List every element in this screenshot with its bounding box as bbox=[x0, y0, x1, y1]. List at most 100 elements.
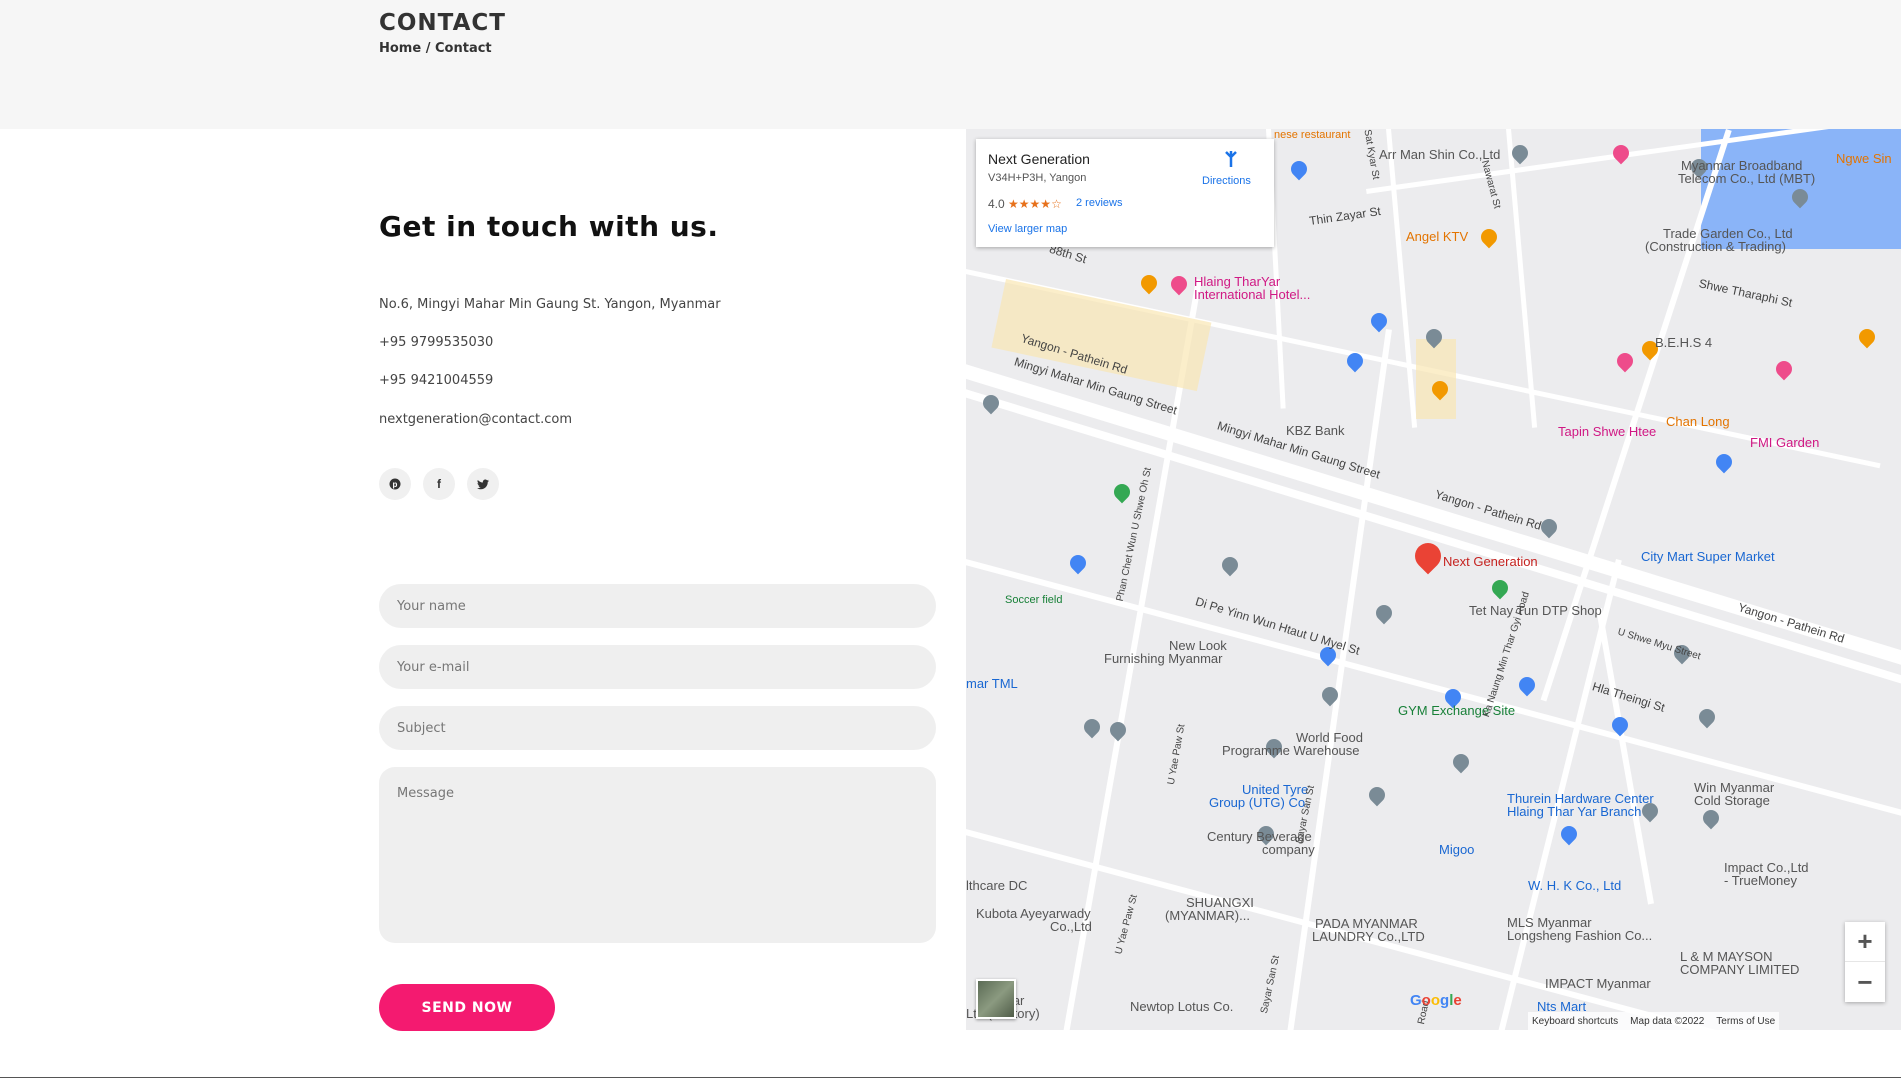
soccer-label[interactable]: Soccer field bbox=[1005, 594, 1062, 606]
keyboard-shortcuts-link[interactable]: Keyboard shortcuts bbox=[1532, 1016, 1618, 1027]
breadcrumb-separator: / bbox=[425, 41, 431, 56]
message-textarea[interactable]: Message bbox=[379, 767, 936, 943]
win-label-2[interactable]: Cold Storage bbox=[1694, 793, 1770, 808]
send-now-button[interactable]: SEND NOW bbox=[379, 984, 555, 1031]
whk-label[interactable]: W. H. K Co., Ltd bbox=[1528, 878, 1621, 893]
social-links: p f bbox=[379, 468, 499, 500]
kbz-label[interactable]: KBZ Bank bbox=[1286, 423, 1345, 438]
impact-label-2[interactable]: - TrueMoney bbox=[1724, 873, 1797, 888]
twitter-icon[interactable] bbox=[467, 468, 499, 500]
restaurant-pin[interactable] bbox=[1137, 271, 1161, 295]
street-label: U Yae Paw St bbox=[1165, 723, 1188, 786]
terms-of-use-link[interactable]: Terms of Use bbox=[1716, 1016, 1775, 1027]
new-look-pin[interactable] bbox=[1218, 553, 1242, 577]
rating-value: 4.0 bbox=[988, 197, 1005, 211]
zoom-out-button[interactable]: − bbox=[1845, 962, 1885, 1002]
gym-pin[interactable] bbox=[1488, 576, 1512, 600]
directions-icon[interactable] bbox=[1220, 149, 1242, 171]
facebook-icon[interactable]: f bbox=[423, 468, 455, 500]
kubota-pin[interactable] bbox=[1106, 718, 1130, 742]
map-card-reviews-link[interactable]: 2 reviews bbox=[1076, 197, 1122, 209]
chinese-restaurant-label[interactable]: nese restaurant bbox=[1274, 129, 1350, 141]
shuangxi-label-2[interactable]: (MYANMAR)... bbox=[1165, 908, 1250, 923]
map-road bbox=[1506, 129, 1538, 428]
hotel-label-2[interactable]: International Hotel... bbox=[1194, 287, 1310, 302]
street-label: Shwe Tharaphi St bbox=[1697, 276, 1794, 310]
subject-input[interactable]: Subject bbox=[379, 706, 936, 750]
breadcrumb-home-link[interactable]: Home bbox=[379, 41, 421, 56]
mls-pin[interactable] bbox=[1449, 750, 1473, 774]
google-logo-letter: G bbox=[1410, 992, 1422, 1009]
page-title: CONTACT bbox=[379, 10, 506, 36]
new-look-label-2[interactable]: Furnishing Myanmar bbox=[1104, 651, 1223, 666]
fmi-pin[interactable] bbox=[1772, 357, 1796, 381]
embedded-map[interactable]: Next Generation Hlaing TharYar Internati… bbox=[966, 129, 1901, 1030]
mls-label-2[interactable]: Longsheng Fashion Co... bbox=[1507, 928, 1652, 943]
city-mart-pin[interactable] bbox=[1712, 450, 1736, 474]
century-label-2[interactable]: company bbox=[1262, 842, 1315, 857]
google-logo-letter: g bbox=[1440, 992, 1450, 1009]
nts-pin[interactable] bbox=[1557, 822, 1581, 846]
restaurant-pin[interactable] bbox=[1855, 325, 1879, 349]
place-pin[interactable] bbox=[1609, 141, 1633, 165]
page-header: CONTACT Home / Contact bbox=[0, 0, 1901, 129]
map-attribution: Keyboard shortcuts Map data ©2022 Terms … bbox=[1528, 1012, 1780, 1030]
impact-myanmar-label[interactable]: IMPACT Myanmar bbox=[1545, 976, 1651, 991]
breadcrumb-current: Contact bbox=[435, 41, 492, 56]
impact-pin[interactable] bbox=[1695, 705, 1719, 729]
place-pin[interactable] bbox=[1287, 157, 1311, 181]
city-mart-label[interactable]: City Mart Super Market bbox=[1641, 549, 1775, 564]
email-input[interactable]: Your e-mail bbox=[379, 645, 936, 689]
ktv-pin[interactable] bbox=[1477, 225, 1501, 249]
mbt-label-2[interactable]: Telecom Co., Ltd (MBT) bbox=[1678, 171, 1815, 186]
pada-pin[interactable] bbox=[1365, 783, 1389, 807]
ngwe-label[interactable]: Ngwe Sin bbox=[1836, 151, 1892, 166]
hotel-pin[interactable] bbox=[1167, 272, 1191, 296]
thurein-pin[interactable] bbox=[1515, 673, 1539, 697]
tapin-pin[interactable] bbox=[1613, 349, 1637, 373]
contact-address: No.6, Mingyi Mahar Min Gaung St. Yangon,… bbox=[379, 297, 721, 312]
satellite-toggle[interactable] bbox=[976, 979, 1016, 1019]
name-input[interactable]: Your name bbox=[379, 584, 936, 628]
directions-link[interactable]: Directions bbox=[1202, 175, 1251, 187]
chan-long-label[interactable]: Chan Long bbox=[1666, 414, 1730, 429]
world-food-label-2[interactable]: Programme Warehouse bbox=[1222, 743, 1360, 758]
next-generation-label[interactable]: Next Generation bbox=[1443, 554, 1538, 569]
lm-pin[interactable] bbox=[1699, 806, 1723, 830]
migoo-label[interactable]: Migoo bbox=[1439, 842, 1474, 857]
behs-label[interactable]: B.E.H.S 4 bbox=[1655, 335, 1712, 350]
map-card-address: V34H+P3H, Yangon bbox=[988, 172, 1087, 184]
gym-label[interactable]: GYM Exchange Site bbox=[1398, 703, 1515, 718]
healthcare-pin[interactable] bbox=[1080, 715, 1104, 739]
street-label: Thin Zayar St bbox=[1308, 204, 1382, 228]
thurein-label-2[interactable]: Hlaing Thar Yar Branch bbox=[1507, 804, 1641, 819]
angel-ktv-label[interactable]: Angel KTV bbox=[1406, 229, 1468, 244]
street-label: Hla Theingi St bbox=[1590, 679, 1667, 715]
tet-nay-label[interactable]: Tet Nay Tun DTP Shop bbox=[1469, 603, 1602, 618]
zoom-in-button[interactable]: + bbox=[1845, 922, 1885, 962]
google-logo-letter: o bbox=[1421, 992, 1431, 1009]
newtop-label[interactable]: Newtop Lotus Co. bbox=[1130, 999, 1233, 1014]
soccer-pin[interactable] bbox=[1110, 480, 1134, 504]
footer-divider bbox=[0, 1077, 1901, 1078]
healthcare-label[interactable]: lthcare DC bbox=[966, 878, 1027, 893]
view-larger-map-link[interactable]: View larger map bbox=[988, 223, 1067, 235]
world-food-pin[interactable] bbox=[1372, 601, 1396, 625]
pada-label-2[interactable]: LAUNDRY Co.,LTD bbox=[1312, 929, 1425, 944]
tml-label[interactable]: mar TML bbox=[966, 676, 1018, 691]
trade-label-2[interactable]: (Construction & Trading) bbox=[1645, 239, 1786, 254]
pinterest-icon[interactable]: p bbox=[379, 468, 411, 500]
lm-label-2[interactable]: COMPANY LIMITED bbox=[1680, 962, 1799, 977]
utg-label-2[interactable]: Group (UTG) Co. bbox=[1209, 795, 1309, 810]
fmi-label[interactable]: FMI Garden bbox=[1750, 435, 1819, 450]
tml-pin[interactable] bbox=[1066, 551, 1090, 575]
contact-phone-2: +95 9421004559 bbox=[379, 373, 494, 388]
tapin-label[interactable]: Tapin Shwe Htee bbox=[1558, 424, 1656, 439]
svg-text:p: p bbox=[393, 480, 398, 489]
street-label: U Shwe Myu Street bbox=[1616, 626, 1702, 663]
contact-heading: Get in touch with us. bbox=[379, 210, 719, 243]
kubota-label-2[interactable]: Co.,Ltd bbox=[1050, 919, 1092, 934]
map-zoom-control: + − bbox=[1845, 922, 1885, 1002]
map-place-card: Next Generation V34H+P3H, Yangon 4.0 ★★★… bbox=[976, 139, 1274, 247]
arr-man-label[interactable]: Arr Man Shin Co.,Ltd bbox=[1379, 147, 1500, 162]
